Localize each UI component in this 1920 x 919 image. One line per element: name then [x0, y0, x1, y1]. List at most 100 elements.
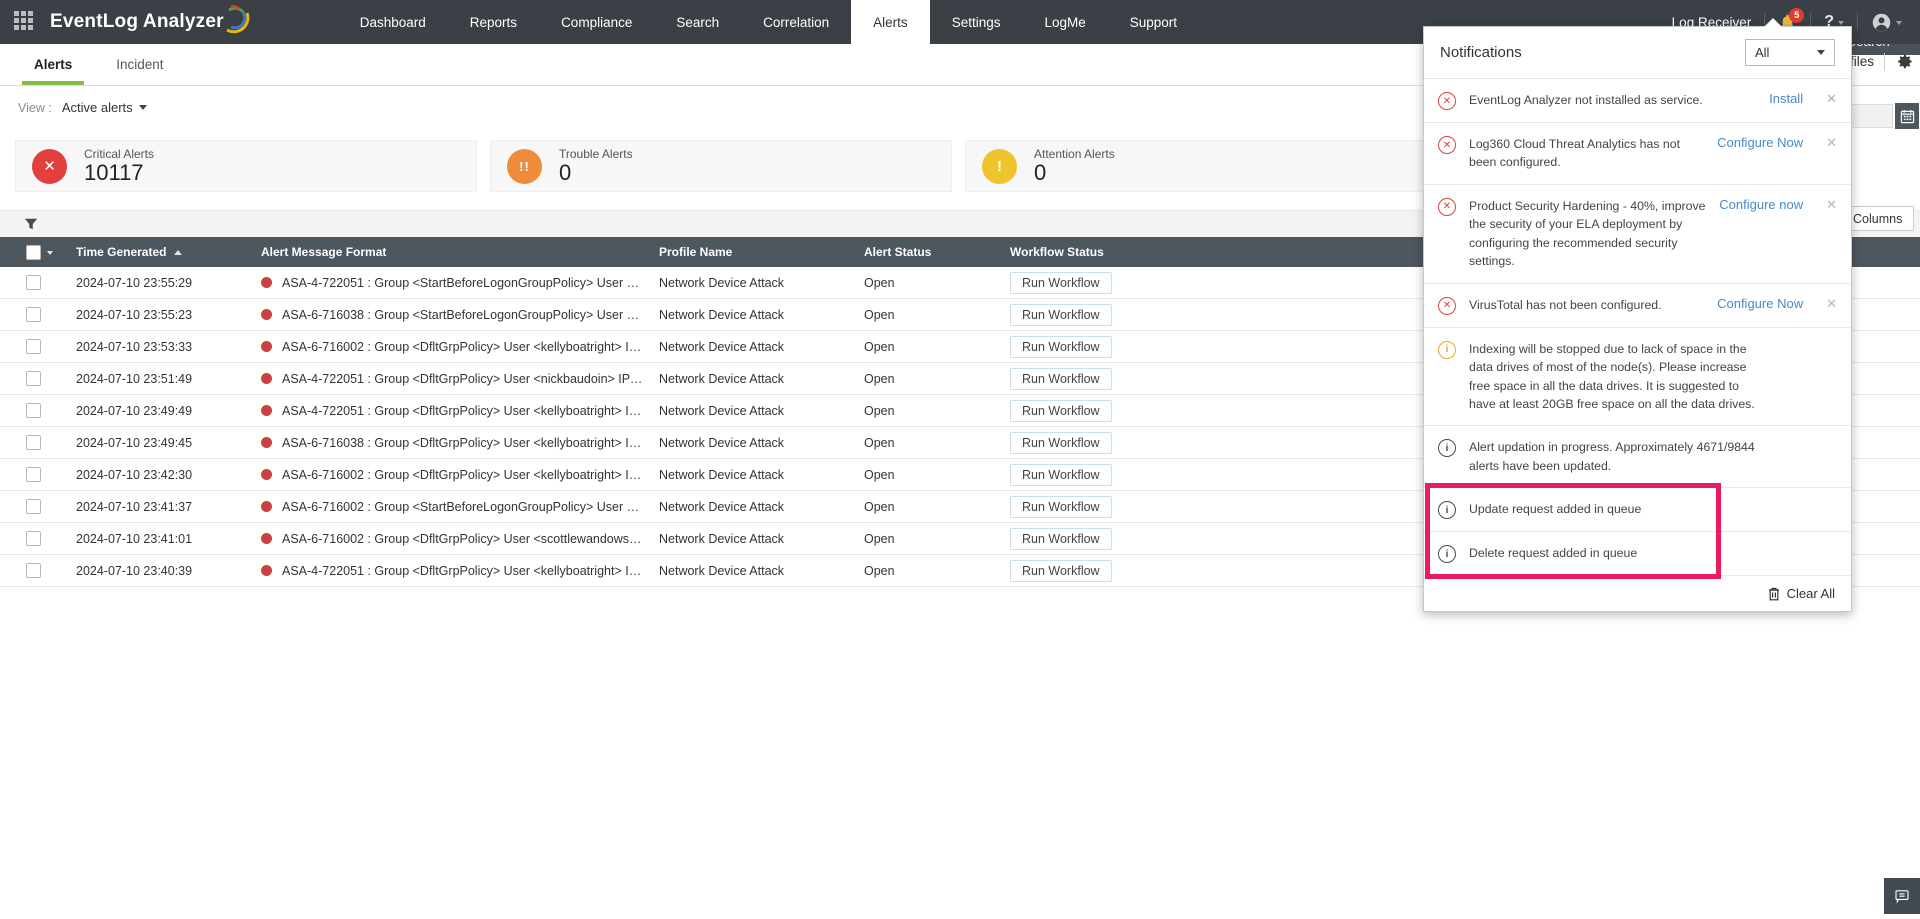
nav-item-compliance[interactable]: Compliance — [539, 0, 654, 44]
nav-item-settings[interactable]: Settings — [930, 0, 1023, 44]
nav-item-reports[interactable]: Reports — [448, 0, 539, 44]
header-time-generated[interactable]: Time Generated — [76, 245, 261, 259]
alert-status-cell: Open — [864, 372, 1010, 386]
clear-all-button[interactable]: Clear All — [1768, 586, 1835, 601]
row-checkbox[interactable] — [26, 467, 41, 482]
subtab-bar-right: ofiles — [1842, 52, 1920, 71]
time-generated-cell: 2024-07-10 23:55:29 — [76, 276, 192, 290]
nav-item-correlation[interactable]: Correlation — [741, 0, 851, 44]
run-workflow-button[interactable]: Run Workflow — [1010, 464, 1112, 486]
critical-alerts-card[interactable]: ✕ Critical Alerts 10117 — [15, 140, 477, 192]
notifications-filter-dropdown[interactable]: All — [1745, 39, 1835, 66]
chevron-down-icon — [1896, 21, 1902, 28]
run-workflow-button[interactable]: Run Workflow — [1010, 272, 1112, 294]
feedback-button[interactable] — [1884, 878, 1920, 914]
view-dropdown[interactable]: Active alerts — [62, 100, 147, 115]
run-workflow-button[interactable]: Run Workflow — [1010, 368, 1112, 390]
header-profile-name[interactable]: Profile Name — [659, 245, 864, 259]
notification-text: EventLog Analyzer not installed as servi… — [1469, 91, 1721, 109]
row-checkbox[interactable] — [26, 499, 41, 514]
alert-message-cell: ASA-6-716002 : Group <DfltGrpPolicy> Use… — [282, 340, 645, 354]
attention-alerts-card[interactable]: ! Attention Alerts 0 — [965, 140, 1427, 192]
notification-status-icon: i — [1438, 545, 1456, 563]
divider — [1884, 53, 1885, 71]
row-checkbox[interactable] — [26, 403, 41, 418]
select-options-chevron-icon[interactable] — [47, 251, 53, 258]
row-checkbox[interactable] — [26, 371, 41, 386]
time-generated-cell: 2024-07-10 23:41:01 — [76, 532, 192, 546]
severity-dot-icon — [261, 469, 272, 480]
header-alert-message-format[interactable]: Alert Message Format — [261, 245, 659, 259]
chat-bubble-icon — [1893, 887, 1911, 905]
run-workflow-button[interactable]: Run Workflow — [1010, 304, 1112, 326]
notification-status-icon: ✕ — [1438, 136, 1456, 154]
tab-incident[interactable]: Incident — [94, 44, 185, 85]
notification-item: i Alert updation in progress. Approximat… — [1424, 425, 1851, 487]
profile-name-cell: Network Device Attack — [659, 532, 864, 546]
alert-status-cell: Open — [864, 468, 1010, 482]
select-all-checkbox[interactable] — [26, 245, 41, 260]
alert-message-cell: ASA-6-716038 : Group <StartBeforeLogonGr… — [282, 308, 645, 322]
user-menu[interactable] — [1871, 12, 1902, 33]
notification-action-link[interactable]: Configure now — [1719, 197, 1803, 212]
card-label: Trouble Alerts — [559, 147, 633, 161]
time-generated-cell: 2024-07-10 23:41:37 — [76, 500, 192, 514]
notification-status-icon: ✕ — [1438, 297, 1456, 315]
close-icon[interactable]: ✕ — [1826, 91, 1837, 107]
calendar-icon — [1900, 109, 1915, 124]
filter-funnel-icon[interactable] — [24, 217, 38, 231]
row-checkbox[interactable] — [26, 307, 41, 322]
close-icon[interactable]: ✕ — [1826, 197, 1837, 213]
alert-status-cell: Open — [864, 308, 1010, 322]
severity-dot-icon — [261, 341, 272, 352]
row-checkbox[interactable] — [26, 531, 41, 546]
profile-name-cell: Network Device Attack — [659, 308, 864, 322]
alert-status-cell: Open — [864, 404, 1010, 418]
notifications-footer: Clear All — [1424, 575, 1851, 611]
alert-message-cell: ASA-6-716002 : Group <DfltGrpPolicy> Use… — [282, 532, 645, 546]
nav-item-alerts[interactable]: Alerts — [851, 0, 930, 44]
notification-list: ✕ EventLog Analyzer not installed as ser… — [1424, 78, 1851, 575]
gear-icon[interactable] — [1895, 52, 1914, 71]
notification-action-link[interactable]: Install — [1769, 91, 1803, 106]
card-label: Critical Alerts — [84, 147, 154, 161]
run-workflow-button[interactable]: Run Workflow — [1010, 528, 1112, 550]
run-workflow-button[interactable]: Run Workflow — [1010, 400, 1112, 422]
highlighted-notifications-group: i Update request added in queue i Delete… — [1424, 487, 1851, 575]
alert-status-cell: Open — [864, 436, 1010, 450]
notification-action-link[interactable]: Configure Now — [1717, 296, 1803, 311]
row-checkbox[interactable] — [26, 563, 41, 578]
run-workflow-button[interactable]: Run Workflow — [1010, 432, 1112, 454]
run-workflow-button[interactable]: Run Workflow — [1010, 560, 1112, 582]
notification-action-link[interactable]: Configure Now — [1717, 135, 1803, 150]
trouble-alerts-card[interactable]: !! Trouble Alerts 0 — [490, 140, 952, 192]
row-checkbox[interactable] — [26, 275, 41, 290]
notification-text: Product Security Hardening - 40%, improv… — [1469, 197, 1706, 271]
alert-message-cell: ASA-4-722051 : Group <DfltGrpPolicy> Use… — [282, 404, 645, 418]
chevron-down-icon — [1817, 50, 1825, 59]
calendar-button[interactable] — [1895, 103, 1919, 129]
row-checkbox[interactable] — [26, 339, 41, 354]
apps-grid-icon[interactable] — [14, 11, 36, 33]
notification-text: Indexing will be stopped due to lack of … — [1469, 340, 1761, 414]
profile-name-cell: Network Device Attack — [659, 372, 864, 386]
chevron-down-icon — [139, 105, 147, 114]
nav-item-logme[interactable]: LogMe — [1022, 0, 1107, 44]
tab-alerts[interactable]: Alerts — [12, 44, 94, 85]
panel-pointer-caret — [1764, 18, 1782, 27]
close-icon[interactable]: ✕ — [1826, 296, 1837, 312]
nav-item-dashboard[interactable]: Dashboard — [338, 0, 448, 44]
row-checkbox[interactable] — [26, 435, 41, 450]
alert-message-cell: ASA-6-716002 : Group <StartBeforeLogonGr… — [282, 500, 645, 514]
run-workflow-button[interactable]: Run Workflow — [1010, 336, 1112, 358]
critical-icon: ✕ — [32, 149, 67, 184]
nav-item-search[interactable]: Search — [654, 0, 741, 44]
nav-item-support[interactable]: Support — [1108, 0, 1199, 44]
run-workflow-button[interactable]: Run Workflow — [1010, 496, 1112, 518]
severity-dot-icon — [261, 405, 272, 416]
header-alert-status[interactable]: Alert Status — [864, 245, 1010, 259]
avatar-icon — [1871, 12, 1892, 33]
alert-status-cell: Open — [864, 500, 1010, 514]
notification-text: Log360 Cloud Threat Analytics has not be… — [1469, 135, 1704, 172]
close-icon[interactable]: ✕ — [1826, 135, 1837, 151]
